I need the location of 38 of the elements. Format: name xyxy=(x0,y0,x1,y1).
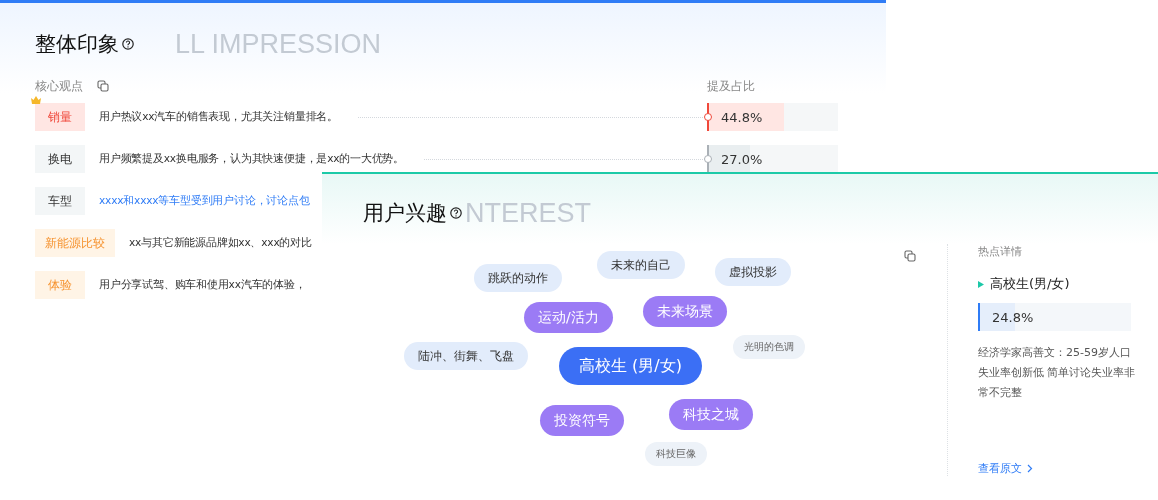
interest-bubble[interactable]: 未来场景 xyxy=(643,296,727,327)
interest-bubble[interactable]: 科技之城 xyxy=(669,399,753,430)
section-title: 整体印象 xyxy=(35,31,119,58)
opinion-text: 用户热议xx汽车的销售表现，尤其关注销量排名。 xyxy=(99,110,338,124)
interest-bubble[interactable]: 跳跃的动作 xyxy=(474,264,562,292)
opinion-text: 用户频繁提及xx换电服务，认为其快速便捷，是xx的一大优势。 xyxy=(99,152,405,166)
view-original-link[interactable]: 查看原文 xyxy=(978,461,1033,476)
interest-bubble[interactable]: 未来的自己 xyxy=(597,251,685,279)
topic-tag[interactable]: 体验 xyxy=(35,271,85,299)
topic-tag[interactable]: 换电 xyxy=(35,145,85,173)
detail-heading: 热点详情 xyxy=(978,244,1023,259)
help-icon[interactable] xyxy=(450,207,462,219)
opinion-text: 用户分享试驾、购车和使用xx汽车的体验， xyxy=(99,278,306,292)
triangle-icon xyxy=(978,280,984,288)
copy-icon[interactable] xyxy=(97,80,109,92)
share-value: 44.8% xyxy=(721,109,763,125)
detail-name: 高校生(男/女) xyxy=(990,275,1070,293)
detail-description: 经济学家高善文：25-59岁人口失业率创新低 简单讨论失业率非常不完整 xyxy=(978,345,1137,401)
interest-bubble[interactable]: 陆冲、街舞、飞盘 xyxy=(404,342,528,370)
interest-bubble[interactable]: 高校生 (男/女) xyxy=(559,347,702,385)
help-icon[interactable] xyxy=(122,38,134,50)
share-value: 27.0% xyxy=(721,151,763,167)
interest-bubble[interactable]: 光明的色调 xyxy=(733,335,805,359)
share-value: 24.8% xyxy=(992,309,1034,325)
section-title: 用户兴趣 xyxy=(363,200,447,227)
chevron-icon xyxy=(1027,464,1033,473)
interest-bubble[interactable]: 科技巨像 xyxy=(645,442,707,466)
column-header: 核心观点 xyxy=(35,77,83,95)
opinion-text: xxxx和xxxx等车型受到用户讨论，讨论点包 xyxy=(99,194,310,208)
interest-bubble[interactable]: 运动/活力 xyxy=(524,302,613,333)
topic-tag[interactable]: 销量 xyxy=(35,103,85,131)
topic-tag[interactable]: 新能源比较 xyxy=(35,229,115,257)
column-header: 提及占比 xyxy=(707,77,756,95)
interest-bubble[interactable]: 虚拟投影 xyxy=(715,258,791,286)
topic-tag[interactable]: 车型 xyxy=(35,187,85,215)
interest-bubble[interactable]: 投资符号 xyxy=(540,405,624,436)
copy-icon[interactable] xyxy=(904,250,916,262)
opinion-text: xx与其它新能源品牌如xx、xxx的对比 xyxy=(129,236,312,250)
